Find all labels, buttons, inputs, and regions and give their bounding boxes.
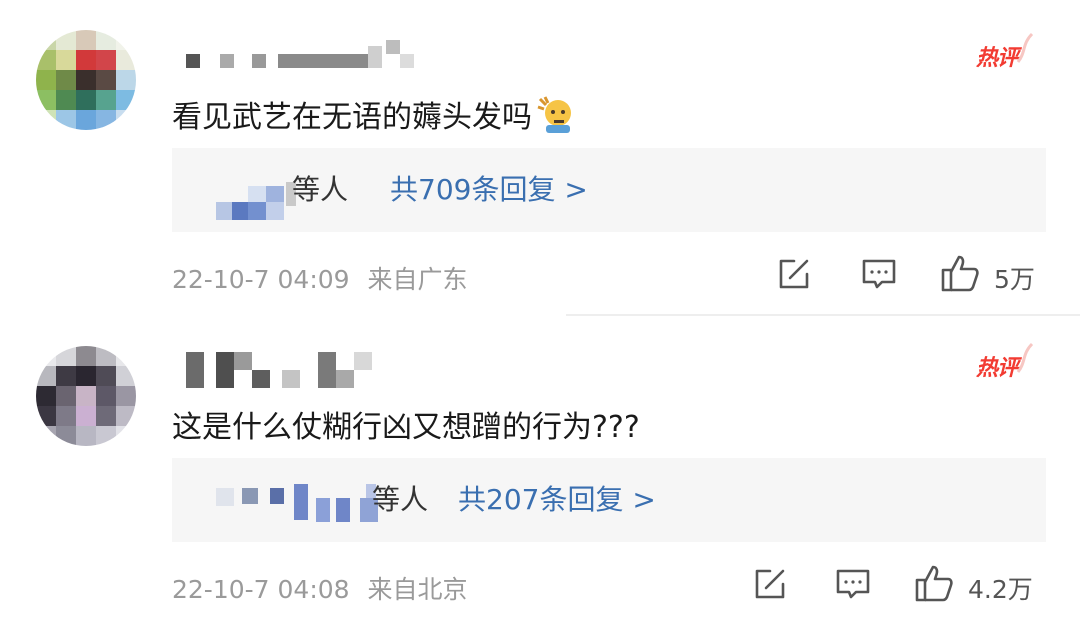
reply-preview[interactable]: 等人 共709条回复 > bbox=[172, 148, 1046, 232]
thumbs-up-icon bbox=[941, 255, 979, 292]
grabbing-hair-emoji-icon bbox=[536, 95, 576, 143]
avatar[interactable] bbox=[36, 30, 136, 130]
like-count: 5万 bbox=[994, 265, 1035, 294]
comment-time: 22-10-7 04:08 bbox=[172, 575, 350, 604]
comment-location: 来自广东 bbox=[367, 265, 468, 294]
share-icon[interactable] bbox=[776, 256, 812, 296]
comment-meta: 22-10-7 04:09 来自广东 bbox=[172, 260, 468, 296]
comment-time: 22-10-7 04:09 bbox=[172, 265, 350, 294]
hot-comment-badge: 热评 bbox=[976, 32, 1036, 78]
comment-location: 来自北京 bbox=[367, 575, 468, 604]
view-replies-link[interactable]: 共207条回复 > bbox=[458, 478, 656, 518]
reply-user-names: 等人 bbox=[372, 483, 429, 516]
reply-preview[interactable]: 等人 共207条回复 > bbox=[172, 458, 1046, 542]
hot-comment-badge: 热评 bbox=[976, 342, 1036, 388]
comment-text: 看见武艺在无语的薅头发吗 bbox=[172, 92, 576, 143]
comment-icon[interactable] bbox=[860, 256, 898, 296]
comment-text: 这是什么仗糊行凶又想蹭的行为??? bbox=[172, 410, 640, 445]
like-count: 4.2万 bbox=[968, 575, 1033, 604]
like-button[interactable] bbox=[940, 252, 982, 298]
username-redacted[interactable] bbox=[186, 40, 426, 70]
thumbs-up-icon bbox=[915, 565, 953, 602]
share-icon[interactable] bbox=[752, 566, 788, 606]
view-replies-link[interactable]: 共709条回复 > bbox=[390, 168, 588, 208]
comment-icon[interactable] bbox=[834, 566, 872, 606]
like-button[interactable] bbox=[914, 562, 956, 608]
comment-meta: 22-10-7 04:08 来自北京 bbox=[172, 570, 468, 606]
avatar[interactable] bbox=[36, 346, 136, 446]
comment-item: 热评 看见武艺在无语的薅头发吗 等人 共709条回复 > 22-10-7 04:… bbox=[0, 0, 1080, 316]
username-redacted[interactable] bbox=[186, 352, 406, 392]
comment-item: 热评 这是什么仗糊行凶又想蹭的行为??? 等人 共207条回复 > 22-10-… bbox=[0, 316, 1080, 618]
reply-user-names: 等人 bbox=[292, 173, 349, 206]
